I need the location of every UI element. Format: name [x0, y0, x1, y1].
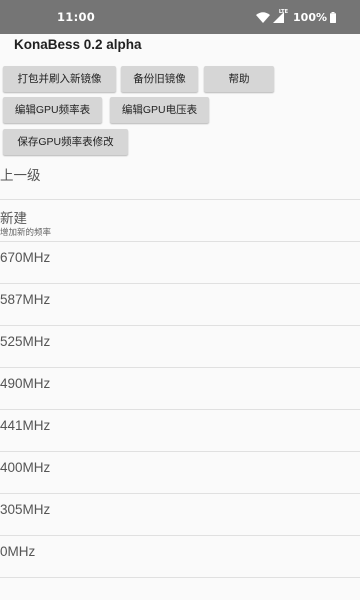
list-item-back[interactable]: 上一级 [0, 155, 360, 200]
list-item-freq[interactable]: 400MHz [0, 452, 360, 494]
freq-label: 441MHz [0, 418, 51, 433]
status-bar: 11:00 LTE 100% [0, 0, 360, 34]
list-item-new[interactable]: 新建 增加新的频率 [0, 200, 360, 242]
help-button[interactable]: 帮助 [204, 66, 274, 92]
freq-label: 305MHz [0, 502, 51, 517]
network-type: LTE [278, 9, 289, 15]
list-item-freq[interactable]: 0MHz [0, 536, 360, 578]
app-title: KonaBess 0.2 alpha [14, 37, 142, 52]
edit-gpu-freq-button[interactable]: 编辑GPU频率表 [3, 97, 102, 123]
freq-label: 670MHz [0, 250, 51, 265]
freq-label: 587MHz [0, 292, 51, 307]
save-gpu-freq-button[interactable]: 保存GPU频率表修改 [3, 129, 128, 155]
battery-percent: 100% [293, 10, 327, 24]
freq-label: 0MHz [0, 544, 36, 559]
back-label: 上一级 [0, 168, 41, 183]
backup-image-button[interactable]: 备份旧镜像 [121, 66, 198, 92]
list-item-freq[interactable]: 441MHz [0, 410, 360, 452]
new-subtitle: 增加新的频率 [0, 228, 52, 238]
list-item-freq[interactable]: 305MHz [0, 494, 360, 536]
pack-and-flash-button[interactable]: 打包并刷入新镜像 [3, 66, 116, 92]
new-label: 新建 [0, 211, 27, 226]
list-item-freq[interactable]: 525MHz [0, 326, 360, 368]
freq-label: 490MHz [0, 376, 51, 391]
wifi-icon [255, 11, 270, 23]
app-bar: KonaBess 0.2 alpha [0, 34, 360, 64]
list-item-freq[interactable]: 670MHz [0, 242, 360, 284]
freq-label: 400MHz [0, 460, 51, 475]
freq-label: 525MHz [0, 334, 51, 349]
edit-gpu-voltage-button[interactable]: 编辑GPU电压表 [110, 97, 209, 123]
status-time: 11:00 [57, 10, 96, 24]
battery-icon [330, 11, 336, 23]
list-item-freq[interactable]: 490MHz [0, 368, 360, 410]
status-icons: LTE 100% [255, 9, 336, 25]
list-item-freq[interactable]: 587MHz [0, 284, 360, 326]
